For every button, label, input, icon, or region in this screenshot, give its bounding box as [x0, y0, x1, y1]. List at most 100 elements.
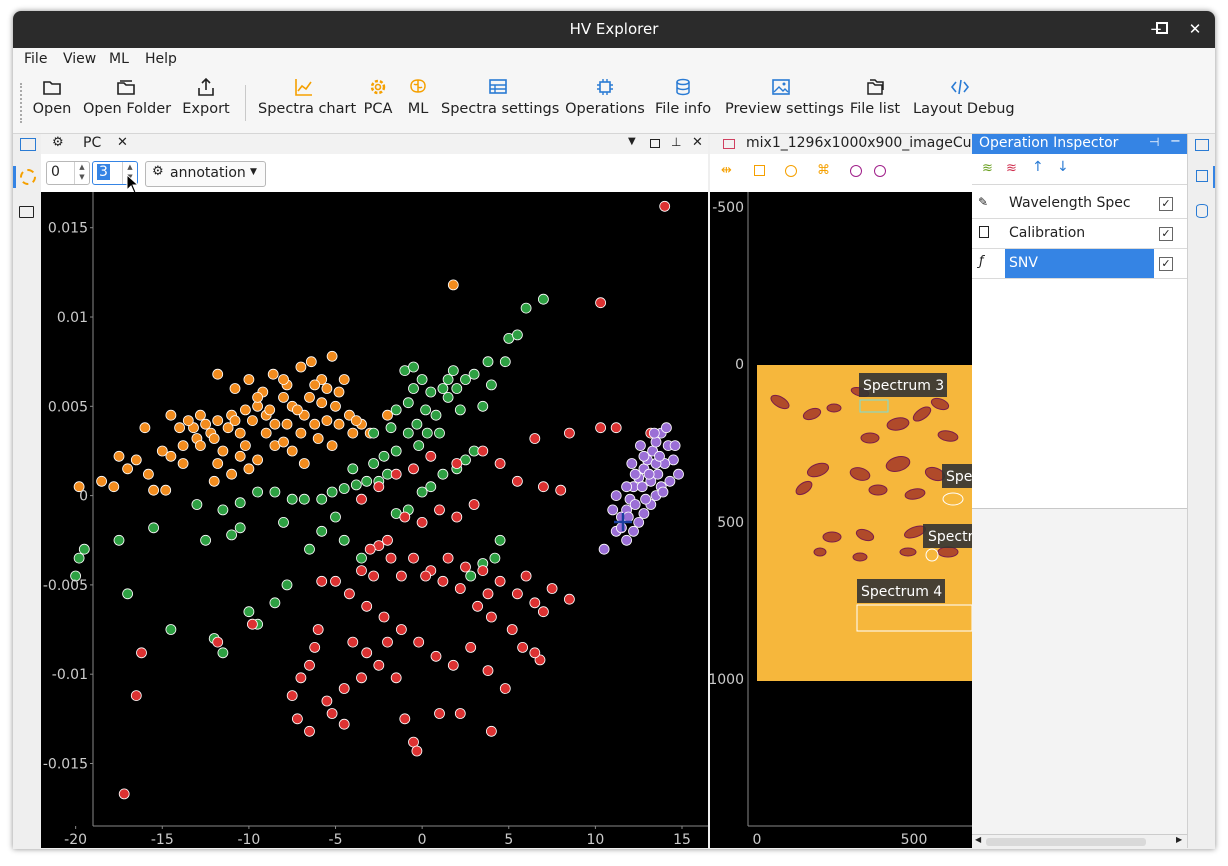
image-preview-canvas[interactable]: -500 0 500 1000 0 500 Spectrum 3 Spe Spe…: [710, 192, 972, 848]
scatter-point[interactable]: [468, 368, 480, 380]
scatter-point[interactable]: [295, 427, 307, 439]
scatter-point[interactable]: [286, 690, 298, 702]
scatter-point[interactable]: [291, 713, 303, 725]
menu-view[interactable]: View: [63, 51, 96, 67]
scatter-point[interactable]: [454, 583, 466, 594]
scatter-point[interactable]: [234, 497, 246, 509]
scatter-point[interactable]: [437, 575, 449, 587]
scatter-point[interactable]: [607, 504, 619, 516]
scatter-point[interactable]: [326, 440, 338, 452]
scatter-point[interactable]: [537, 293, 549, 305]
move-down-icon[interactable]: ↓: [1057, 159, 1069, 175]
menu-file[interactable]: File: [24, 51, 47, 67]
scatter-point[interactable]: [309, 418, 321, 430]
scatter-point[interactable]: [659, 200, 671, 212]
spectrum-label-a[interactable]: Spe: [942, 464, 972, 488]
scatter-point[interactable]: [390, 468, 402, 480]
scatter-point[interactable]: [499, 356, 511, 368]
image-preview-svg[interactable]: -500 0 500 1000 0 500 Spectrum 3 Spe Spe…: [710, 192, 972, 848]
scatter-point[interactable]: [489, 552, 501, 564]
scatter-point[interactable]: [278, 436, 289, 448]
scatter-point[interactable]: [373, 481, 385, 493]
add-layers-icon[interactable]: ≋: [982, 161, 993, 176]
scatter-point[interactable]: [451, 511, 463, 523]
scatter-point[interactable]: [390, 445, 402, 457]
scatter-point[interactable]: [326, 350, 338, 362]
scatter-point[interactable]: [304, 725, 315, 737]
scatter-point[interactable]: [506, 624, 518, 635]
scatter-point[interactable]: [434, 708, 445, 719]
scatter-point[interactable]: [537, 481, 549, 493]
scatter-point[interactable]: [305, 356, 317, 368]
scatter-point[interactable]: [447, 365, 459, 377]
pan-icon[interactable]: ⇹: [721, 163, 732, 178]
pin-icon[interactable]: ⊥: [671, 135, 681, 149]
preview-tab-title[interactable]: mix1_1296x1000x900_imageCube: [746, 135, 989, 151]
pc-x-spinbox[interactable]: 0 ▲ ▼: [46, 161, 90, 185]
scatter-point[interactable]: [416, 374, 428, 385]
scatter-point[interactable]: [411, 418, 423, 430]
scatter-point[interactable]: [229, 415, 241, 427]
scatter-point[interactable]: [555, 484, 567, 496]
scatter-point[interactable]: [278, 516, 289, 528]
scatter-point[interactable]: [425, 386, 437, 398]
float-icon[interactable]: [650, 139, 660, 148]
scatter-point[interactable]: [333, 418, 345, 430]
scatter-point[interactable]: [537, 606, 549, 618]
scatter-point[interactable]: [529, 597, 541, 609]
scatter-point[interactable]: [278, 391, 289, 403]
minimize-icon[interactable]: −: [1170, 134, 1181, 149]
scatter-point[interactable]: [669, 440, 681, 452]
color-by-dropdown[interactable]: ⚙ annotation ▼: [145, 161, 266, 187]
menu-help[interactable]: Help: [145, 51, 177, 67]
lasso-icon[interactable]: ⌘: [817, 163, 830, 178]
scatter-point[interactable]: [408, 736, 419, 748]
scatter-point[interactable]: [529, 647, 541, 659]
scatter-point[interactable]: [217, 445, 229, 457]
scatter-point[interactable]: [217, 647, 229, 659]
scatter-point[interactable]: [420, 570, 432, 582]
chip-icon[interactable]: [1196, 170, 1208, 182]
scatter-point[interactable]: [640, 493, 651, 505]
scatter-point[interactable]: [182, 415, 194, 427]
scatter-point[interactable]: [411, 745, 423, 757]
scatter-point[interactable]: [494, 575, 506, 587]
scatter-point[interactable]: [304, 391, 315, 403]
scatter-point[interactable]: [295, 672, 307, 684]
maximize-icon[interactable]: [1150, 17, 1174, 41]
scatter-point[interactable]: [482, 356, 494, 368]
scatter-point[interactable]: [638, 450, 650, 462]
scatter-point[interactable]: [316, 493, 328, 505]
scatter-point[interactable]: [194, 409, 206, 421]
scatter-point[interactable]: [511, 329, 523, 341]
pin-icon[interactable]: ⊣: [1149, 135, 1159, 149]
show-regions-icon[interactable]: [850, 165, 862, 177]
scatter-point[interactable]: [368, 458, 380, 469]
scatter-point[interactable]: [361, 475, 373, 487]
scatter-point[interactable]: [156, 445, 168, 457]
scatter-point[interactable]: [621, 481, 632, 493]
scatter-point[interactable]: [378, 450, 390, 462]
spectra-settings-button[interactable]: Spectra settings: [441, 77, 559, 129]
files-icon[interactable]: [19, 206, 34, 218]
scatter-point[interactable]: [622, 511, 634, 523]
scatter-point[interactable]: [108, 481, 120, 493]
pca-scatter-plot[interactable]: 0.015 0.01 0.005 0 -0.005 -0.01 -0.015 -20 -15 -…: [41, 192, 708, 848]
scatter-point[interactable]: [136, 647, 147, 659]
scatter-point[interactable]: [635, 440, 646, 452]
scatter-point[interactable]: [472, 600, 484, 612]
scatter-point[interactable]: [628, 525, 639, 537]
scatter-point[interactable]: [298, 458, 310, 469]
scatter-point[interactable]: [356, 672, 367, 684]
move-up-icon[interactable]: ↑: [1032, 159, 1044, 175]
scatter-point[interactable]: [356, 565, 367, 577]
scatter-point[interactable]: [382, 534, 393, 546]
scatter-point[interactable]: [364, 543, 376, 555]
scatter-point[interactable]: [118, 788, 130, 800]
scatter-point[interactable]: [511, 475, 523, 487]
scatter-point[interactable]: [113, 534, 125, 546]
horizontal-scrollbar[interactable]: ◀ ▶: [972, 834, 1187, 849]
scatter-point[interactable]: [326, 486, 338, 498]
scatter-point[interactable]: [385, 552, 397, 564]
scatter-point[interactable]: [208, 433, 220, 444]
